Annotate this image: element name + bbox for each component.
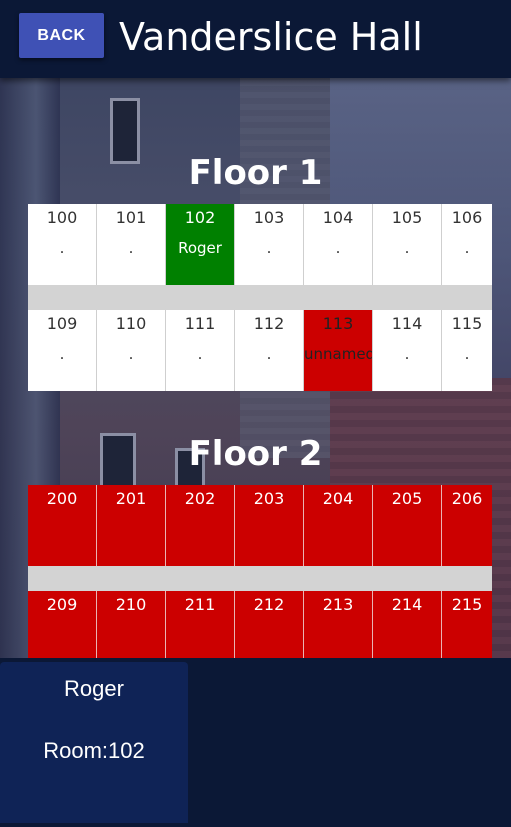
room-cell-112[interactable]: 112.: [235, 310, 304, 391]
hallway-divider: [28, 285, 492, 310]
room-row: 100. 101. 102 Roger 103. 104. 105. 106.: [28, 204, 492, 285]
room-number: 106: [451, 208, 483, 227]
room-number: 109: [46, 314, 78, 333]
room-cell-110[interactable]: 110.: [97, 310, 166, 391]
room-number: 103: [253, 208, 285, 227]
room-number: 201: [115, 489, 147, 508]
room-number: 213: [322, 595, 354, 614]
room-number: 112: [253, 314, 285, 333]
resident-name: Roger: [64, 676, 124, 701]
room-cell-105[interactable]: 105.: [373, 204, 442, 285]
room-occupant: .: [59, 239, 65, 257]
room-occupant: .: [266, 239, 272, 257]
app-header: BACK Vanderslice Hall: [0, 0, 511, 78]
room-number: 113: [322, 314, 354, 333]
room-cell-206[interactable]: 206: [442, 485, 492, 566]
room-number: 105: [391, 208, 423, 227]
resident-room: Room:102: [43, 738, 145, 763]
room-number: 209: [46, 595, 78, 614]
room-occupant: unnamed: [304, 345, 373, 363]
room-occupant: .: [404, 345, 410, 363]
room-number: 101: [115, 208, 147, 227]
room-number: 104: [322, 208, 354, 227]
room-number: 102: [184, 208, 216, 227]
room-number: 114: [391, 314, 423, 333]
room-cell-100[interactable]: 100.: [28, 204, 97, 285]
room-number: 204: [322, 489, 354, 508]
room-cell-114[interactable]: 114.: [373, 310, 442, 391]
room-cell-200[interactable]: 200: [28, 485, 97, 566]
room-number: 206: [451, 489, 483, 508]
room-number: 211: [184, 595, 216, 614]
room-cell-201[interactable]: 201: [97, 485, 166, 566]
room-occupant: .: [197, 345, 203, 363]
resident-info-panel: Roger Room:102: [0, 662, 188, 823]
footer: Roger Room:102: [0, 658, 511, 827]
room-row: 200 201 202 203 204 205 206: [28, 485, 492, 566]
room-cell-109[interactable]: 109.: [28, 310, 97, 391]
room-number: 202: [184, 489, 216, 508]
room-number: 205: [391, 489, 423, 508]
floor-1-grid: 100. 101. 102 Roger 103. 104. 105. 106. 109. 110.…: [28, 204, 492, 391]
floor-2-title: Floor 2: [188, 434, 323, 474]
room-occupant: Roger: [178, 239, 222, 257]
room-cell-204[interactable]: 204: [304, 485, 373, 566]
room-number: 210: [115, 595, 147, 614]
room-cell-205[interactable]: 205: [373, 485, 442, 566]
hallway-divider: [28, 566, 492, 591]
page-title: Vanderslice Hall: [119, 15, 423, 59]
floor-1-title: Floor 1: [188, 153, 323, 193]
room-occupant: .: [59, 345, 65, 363]
back-button[interactable]: BACK: [19, 13, 104, 58]
room-cell-104[interactable]: 104.: [304, 204, 373, 285]
room-number: 203: [253, 489, 285, 508]
room-cell-115[interactable]: 115.: [442, 310, 492, 391]
room-row: 109. 110. 111. 112. 113 unnamed 114. 115.: [28, 310, 492, 391]
room-number: 110: [115, 314, 147, 333]
room-occupant: .: [266, 345, 272, 363]
room-number: 214: [391, 595, 423, 614]
room-cell-103[interactable]: 103.: [235, 204, 304, 285]
room-cell-102[interactable]: 102 Roger: [166, 204, 235, 285]
room-cell-203[interactable]: 203: [235, 485, 304, 566]
floor-2-grid: 200 201 202 203 204 205 206 209 210 211 212 213 214 2…: [28, 485, 492, 672]
room-occupant: .: [464, 239, 470, 257]
room-number: 115: [451, 314, 483, 333]
room-occupant: .: [128, 239, 134, 257]
room-cell-202[interactable]: 202: [166, 485, 235, 566]
room-number: 212: [253, 595, 285, 614]
room-occupant: .: [404, 239, 410, 257]
room-cell-113[interactable]: 113 unnamed: [304, 310, 373, 391]
room-number: 111: [184, 314, 216, 333]
room-occupant: .: [464, 345, 470, 363]
room-cell-111[interactable]: 111.: [166, 310, 235, 391]
room-occupant: .: [335, 239, 341, 257]
room-cell-101[interactable]: 101.: [97, 204, 166, 285]
room-occupant: .: [128, 345, 134, 363]
room-number: 215: [451, 595, 483, 614]
room-cell-106[interactable]: 106.: [442, 204, 492, 285]
room-number: 200: [46, 489, 78, 508]
room-number: 100: [46, 208, 78, 227]
